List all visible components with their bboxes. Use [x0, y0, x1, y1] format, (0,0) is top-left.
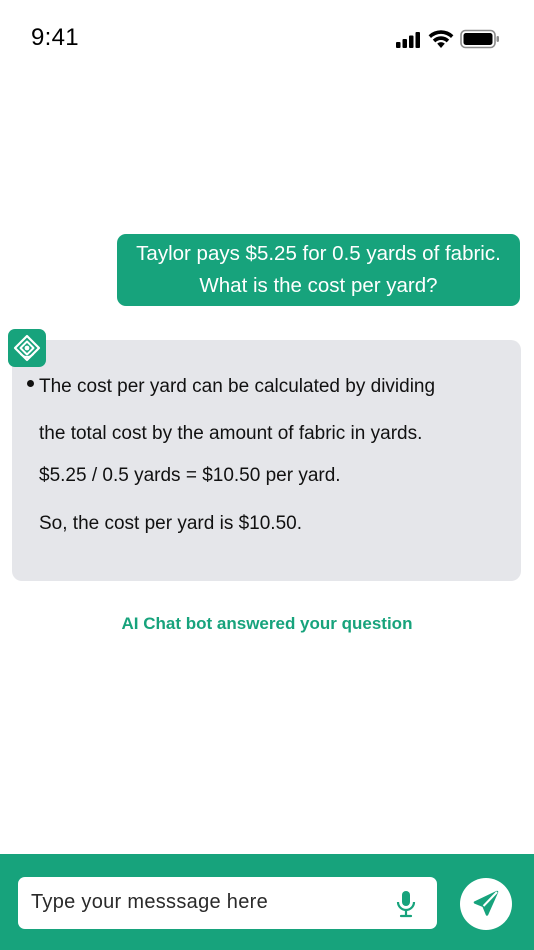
- battery-icon: [460, 29, 499, 49]
- bot-message-bubble: The cost per yard can be calculated by d…: [12, 340, 521, 581]
- send-icon: [473, 890, 499, 916]
- status-time: 9:41: [31, 24, 79, 51]
- status-bar: 9:41: [0, 0, 534, 76]
- bot-message-line: So, the cost per yard is $10.50.: [39, 513, 302, 534]
- chatbot-logo-icon: [13, 334, 41, 362]
- bullet-point: [27, 380, 34, 387]
- send-button[interactable]: [460, 878, 512, 930]
- bot-message-line: The cost per yard can be calculated by d…: [39, 376, 436, 397]
- bot-message-line: the total cost by the amount of fabric i…: [39, 423, 423, 444]
- signal-icon: [396, 32, 420, 48]
- bot-message-line: $5.25 / 0.5 yards = $10.50 per yard.: [39, 465, 341, 486]
- answered-status-note: AI Chat bot answered your question: [121, 614, 413, 633]
- user-message-line: What is the cost per yard?: [199, 274, 438, 297]
- message-composer: Type your messsage here: [0, 854, 534, 950]
- microphone-icon[interactable]: [395, 890, 417, 918]
- user-message-line: Taylor pays $5.25 for 0.5 yards of fabri…: [136, 242, 501, 265]
- user-message-bubble: Taylor pays $5.25 for 0.5 yards of fabri…: [117, 234, 520, 306]
- wifi-icon: [428, 30, 454, 48]
- message-input[interactable]: Type your messsage here: [18, 877, 437, 929]
- chatbot-avatar: [8, 329, 46, 367]
- status-icons: [396, 27, 506, 51]
- message-input-placeholder: Type your messsage here: [31, 891, 269, 913]
